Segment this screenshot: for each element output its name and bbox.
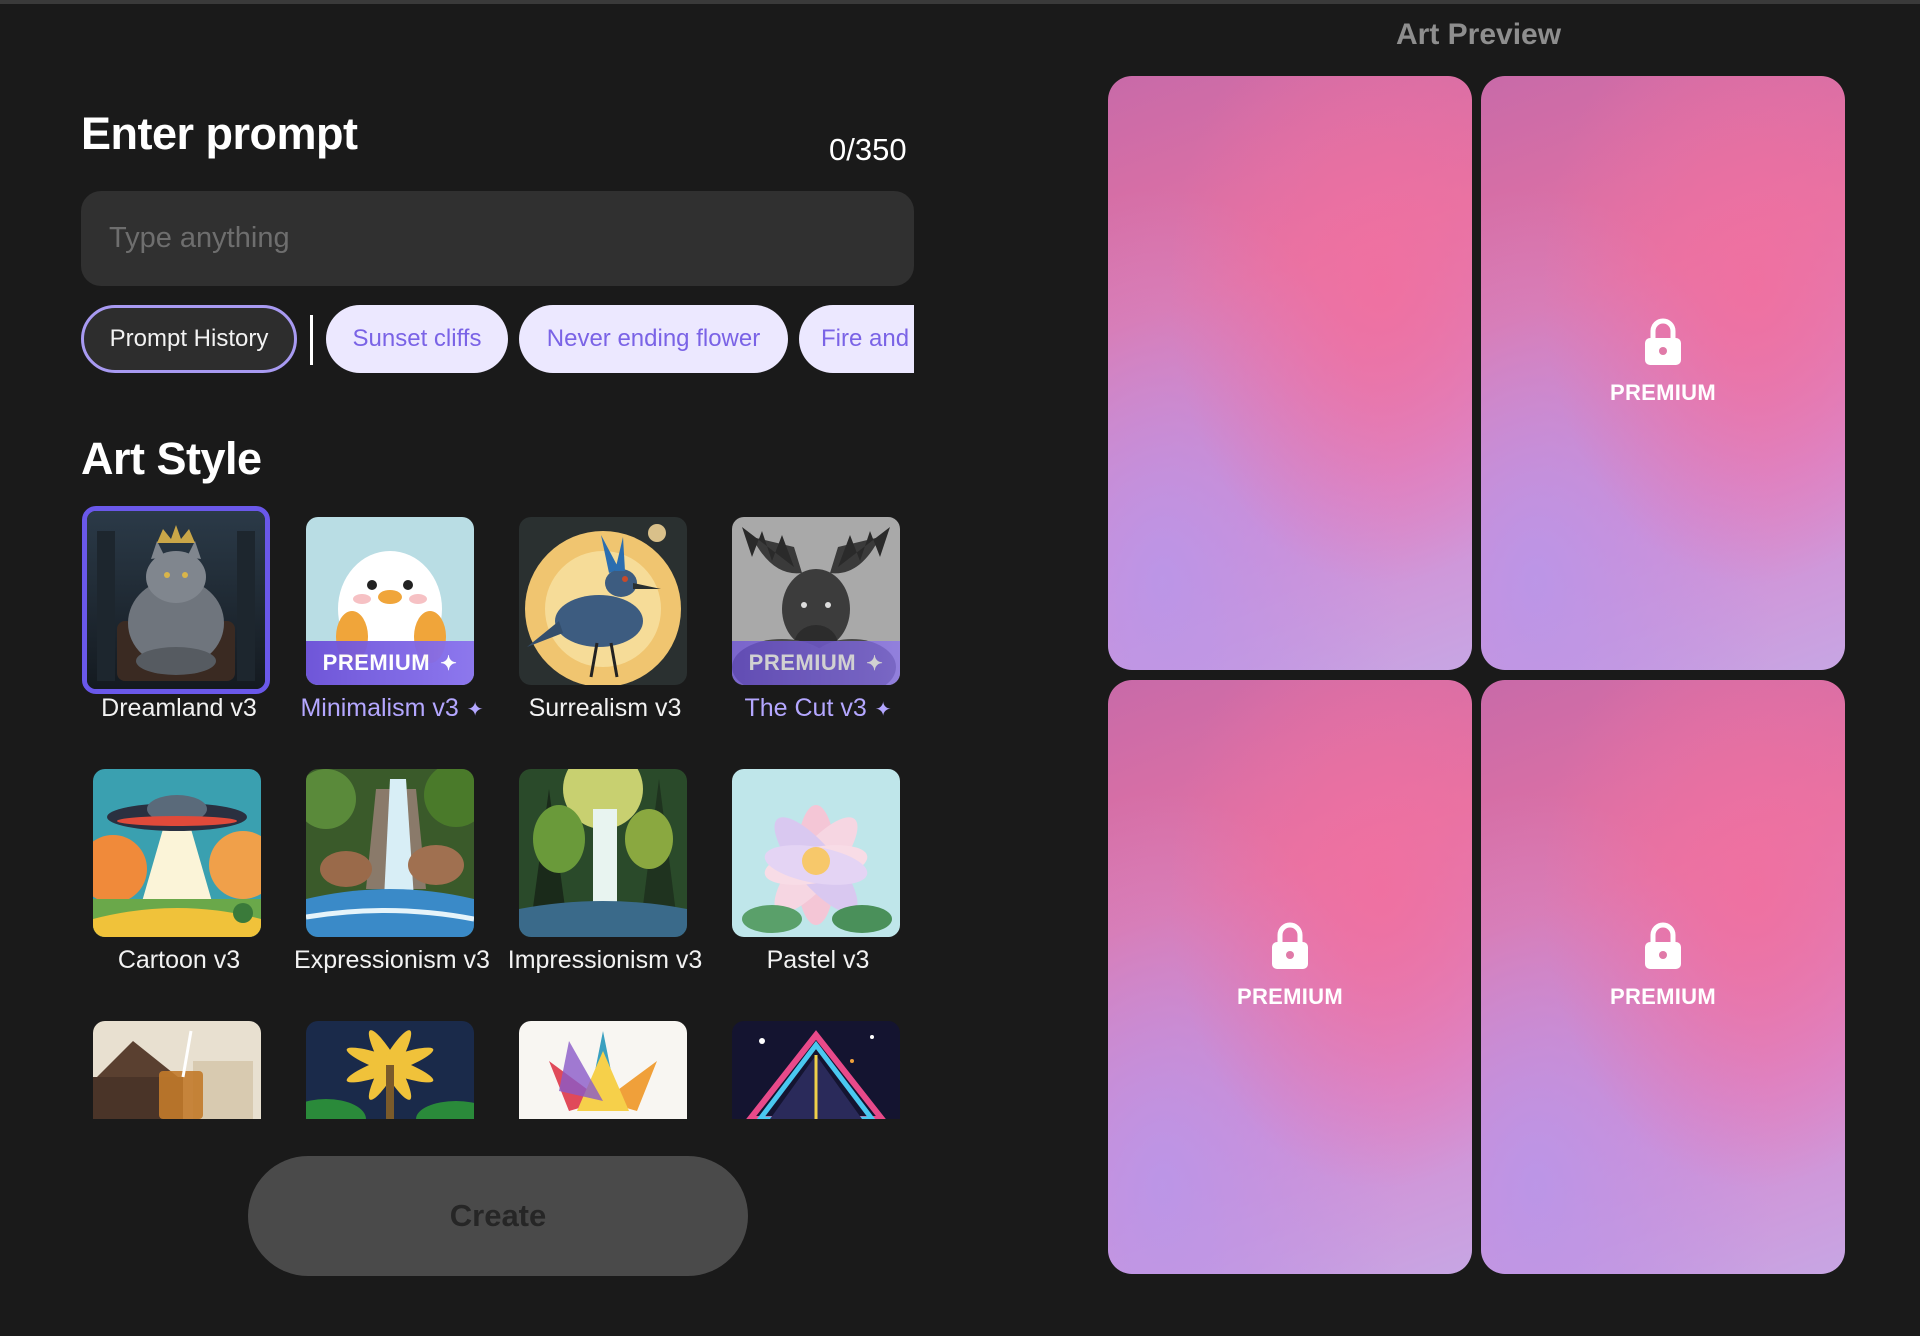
style-thumbnail-cropped[interactable] (732, 1021, 900, 1119)
preview-card[interactable] (1108, 76, 1472, 670)
character-counter: 0/350 (829, 132, 907, 167)
sparkle-icon: ✦ (874, 699, 892, 721)
lock-icon (1645, 922, 1681, 969)
premium-lock: PREMIUM (1481, 318, 1845, 406)
prompt-history-button[interactable]: Prompt History (81, 305, 297, 373)
sparkle-icon: ✦ (866, 652, 884, 675)
premium-badge: PREMIUM ✦ (732, 641, 900, 685)
style-label: Pastel v3 (766, 946, 870, 974)
create-button[interactable]: Create (248, 1156, 748, 1276)
lotus-image (732, 769, 900, 937)
style-label: Cartoon v3 (117, 946, 241, 974)
preview-card-premium[interactable]: PREMIUM (1108, 680, 1472, 1274)
art-preview-title: Art Preview (1396, 18, 1562, 51)
prompt-input[interactable] (81, 191, 914, 286)
cartoon-thumbnail[interactable] (93, 769, 261, 937)
waterfall-rocks-image (306, 769, 474, 937)
palm-image (306, 1021, 474, 1119)
style-label: Impressionism v3 (507, 946, 703, 974)
premium-label: PREMIUM (1237, 984, 1343, 1009)
suggestion-chip[interactable]: Never ending flower (519, 305, 788, 373)
style-label: The Cut v3 ✦ (712, 694, 924, 723)
expressionism-thumbnail[interactable] (306, 769, 474, 937)
style-thumbnail-cropped[interactable] (93, 1021, 261, 1119)
bird-image (519, 517, 687, 685)
cat-king-image (87, 511, 265, 689)
style-label: Minimalism v3 ✦ (286, 694, 498, 723)
abstract-flower-image (519, 1021, 687, 1119)
premium-label: PREMIUM (1610, 380, 1716, 405)
dreamland-thumbnail[interactable] (82, 506, 270, 694)
chip-divider (310, 315, 313, 365)
pastel-thumbnail[interactable] (732, 769, 900, 937)
suggestion-chip[interactable]: Fire and (799, 305, 914, 373)
lock-icon (1272, 922, 1308, 969)
style-label-text: Minimalism v3 (300, 694, 459, 722)
premium-label: PREMIUM (1610, 984, 1716, 1009)
minimalism-thumbnail[interactable]: PREMIUM ✦ (306, 517, 474, 685)
style-thumbnail-cropped[interactable] (306, 1021, 474, 1119)
suggestion-chip[interactable]: Sunset cliffs (326, 305, 508, 373)
prompt-chips: Prompt History Sunset cliffs Never endin… (81, 305, 914, 377)
style-label: Expressionism v3 (294, 946, 490, 974)
sparkle-icon: ✦ (440, 652, 458, 675)
ufo-image (93, 769, 261, 937)
style-label: Dreamland v3 (101, 694, 257, 722)
drink-image (93, 1021, 261, 1119)
premium-badge-label: PREMIUM (748, 650, 857, 675)
style-label-text: The Cut v3 (744, 694, 867, 722)
style-thumbnail-cropped[interactable] (519, 1021, 687, 1119)
lock-icon (1645, 318, 1681, 365)
surrealism-thumbnail[interactable] (519, 517, 687, 685)
window-top-border (0, 0, 1920, 4)
sparkle-icon: ✦ (466, 699, 484, 721)
pyramid-image (732, 1021, 900, 1119)
preview-card-premium[interactable]: PREMIUM (1481, 76, 1845, 670)
art-style-title: Art Style (81, 433, 262, 484)
prompt-title: Enter prompt (81, 108, 358, 159)
preview-card-premium[interactable]: PREMIUM (1481, 680, 1845, 1274)
premium-badge: PREMIUM ✦ (306, 641, 474, 685)
style-label: Surrealism v3 (528, 694, 682, 722)
premium-lock: PREMIUM (1481, 922, 1845, 1010)
forest-waterfall-image (519, 769, 687, 937)
premium-lock: PREMIUM (1108, 922, 1472, 1010)
impressionism-thumbnail[interactable] (519, 769, 687, 937)
premium-badge-label: PREMIUM (322, 650, 431, 675)
the-cut-thumbnail[interactable]: PREMIUM ✦ (732, 517, 900, 685)
